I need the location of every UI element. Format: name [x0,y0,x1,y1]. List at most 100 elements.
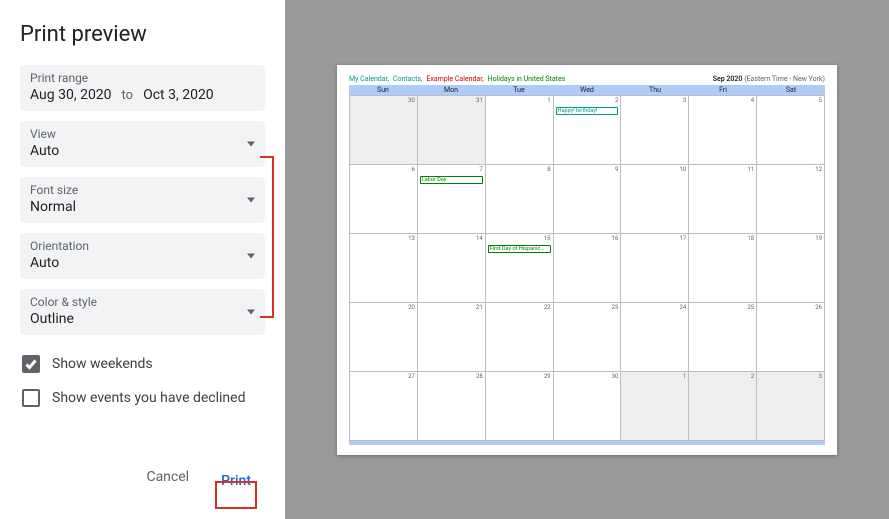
date-number: 11 [747,166,754,173]
date-number: 23 [612,304,619,311]
day-cell: 24 [621,303,689,372]
day-cell: 6 [350,165,418,234]
day-cell: 11 [689,165,757,234]
day-cell: 5 [757,96,825,165]
chevron-down-icon [247,142,255,147]
date-number: 28 [476,373,483,380]
calendar-list: My Calendar,Contacts,Example Calendar,Ho… [349,75,569,83]
color-style-dropdown[interactable]: Color & style Outline [20,289,265,335]
cancel-button[interactable]: Cancel [146,469,189,493]
day-cell: 3 [757,372,825,441]
date-number: 9 [615,166,618,173]
weekday-label: Mon [417,85,485,95]
day-cell: 14 [418,234,486,303]
day-cell: 25 [689,303,757,372]
date-number: 19 [815,235,822,242]
date-number: 17 [680,235,687,242]
date-number: 1 [683,373,686,380]
print-range-start: Aug 30, 2020 [30,87,112,103]
show-weekends-row[interactable]: Show weekends [22,355,265,373]
date-number: 20 [408,304,415,311]
color-style-value: Outline [30,311,255,327]
day-cell: 26 [757,303,825,372]
print-range-field[interactable]: Print range Aug 30, 2020 to Oct 3, 2020 [20,65,265,111]
date-number: 15 [544,235,551,242]
date-number: 18 [747,235,754,242]
day-cell: 3 [621,96,689,165]
day-cell: 4 [689,96,757,165]
date-number: 13 [408,235,415,242]
day-cell: 20 [350,303,418,372]
date-number: 21 [476,304,483,311]
show-weekends-checkbox[interactable] [22,355,40,373]
print-range-end: Oct 3, 2020 [143,87,214,103]
date-number: 6 [411,166,414,173]
font-size-dropdown[interactable]: Font size Normal [20,177,265,223]
weekday-label: Tue [485,85,553,95]
preview-area: My Calendar,Contacts,Example Calendar,Ho… [285,0,889,519]
date-number: 27 [408,373,415,380]
day-cell: 12 [757,165,825,234]
preview-header: My Calendar,Contacts,Example Calendar,Ho… [349,75,825,83]
day-cell: 23 [554,303,622,372]
dialog-footer: Cancel Print [20,461,265,503]
orientation-dropdown[interactable]: Orientation Auto [20,233,265,279]
day-cell: 7Labor Day [418,165,486,234]
day-cell: 10 [621,165,689,234]
preview-month-tz: Sep 2020 (Eastern Time - New York) [713,75,825,83]
calendar-event: First Day of Hispanic… [488,245,551,253]
view-label: View [30,127,255,141]
print-range-label: Print range [30,71,255,85]
day-cell: 1 [486,96,554,165]
view-dropdown[interactable]: View Auto [20,121,265,167]
day-cell: 8 [486,165,554,234]
font-size-value: Normal [30,199,255,215]
calendar-name: Holidays in United States [488,75,566,83]
chevron-down-icon [247,198,255,203]
date-number: 31 [476,97,483,104]
day-cell: 2 [689,372,757,441]
day-cell: 28 [418,372,486,441]
date-number: 30 [612,373,619,380]
day-cell: 2 Happy! birthday! [554,96,622,165]
view-value: Auto [30,143,255,159]
weekday-label: Sun [349,85,417,95]
weekday-label: Wed [553,85,621,95]
print-range-to: to [122,88,134,103]
date-number: 2 [751,373,754,380]
day-cell: 30 [350,96,418,165]
day-cell: 19 [757,234,825,303]
print-button[interactable]: Print [213,469,259,493]
show-declined-checkbox[interactable] [22,389,40,407]
date-number: 24 [680,304,687,311]
date-number: 8 [547,166,550,173]
date-number: 30 [408,97,415,104]
weekday-label: Thu [621,85,689,95]
chevron-down-icon [247,310,255,315]
date-number: 3 [819,373,822,380]
font-size-label: Font size [30,183,255,197]
check-icon [25,358,37,370]
calendar-event: Happy! birthday! [556,107,619,115]
orientation-label: Orientation [30,239,255,253]
show-declined-row[interactable]: Show events you have declined [22,389,265,407]
date-number: 29 [544,373,551,380]
chevron-down-icon [247,254,255,259]
day-cell: 1 [621,372,689,441]
date-number: 26 [815,304,822,311]
settings-sidebar: Print preview Print range Aug 30, 2020 t… [0,0,285,519]
day-cell: 21 [418,303,486,372]
preview-page: My Calendar,Contacts,Example Calendar,Ho… [337,65,837,455]
calendar-name: Contacts, [393,75,422,83]
day-cell: 29 [486,372,554,441]
date-number: 2 [615,97,618,104]
dialog-title: Print preview [20,22,265,47]
date-number: 22 [544,304,551,311]
preview-timezone: (Eastern Time - New York) [744,75,825,83]
day-cell: 30 [554,372,622,441]
orientation-value: Auto [30,255,255,271]
weekday-header: SunMonTueWedThuFriSat [349,85,825,95]
show-weekends-label: Show weekends [52,356,153,372]
date-number: 4 [751,97,754,104]
calendar-grid: 303112Happy! birthday!34567Labor Day8910… [349,95,825,441]
